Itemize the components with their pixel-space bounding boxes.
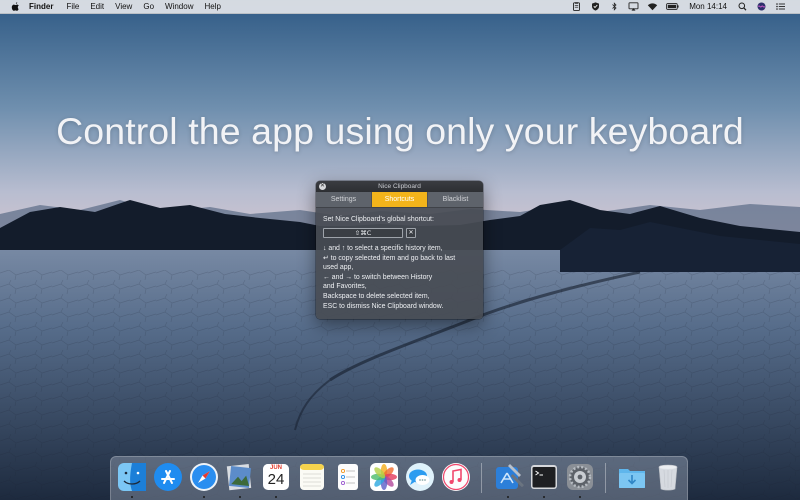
dock-xcode[interactable] <box>492 461 524 498</box>
calendar-day: 24 <box>267 471 285 488</box>
spotlight-icon[interactable] <box>737 2 748 11</box>
itunes-icon <box>442 463 470 491</box>
dock-separator <box>481 463 482 493</box>
dock-preview[interactable] <box>224 461 256 498</box>
close-button[interactable]: ✕ <box>319 183 326 190</box>
clear-shortcut-button[interactable]: ✕ <box>406 228 416 238</box>
running-indicator <box>579 496 581 498</box>
shortcuts-panel: Set Nice Clipboard's global shortcut: ⇧⌘… <box>316 208 483 311</box>
downloads-folder-icon <box>619 469 645 488</box>
menu-window[interactable]: Window <box>165 0 193 13</box>
wifi-icon[interactable] <box>647 2 658 11</box>
help-line: Backspace to delete selected item, <box>323 292 430 300</box>
shield-icon[interactable] <box>590 2 601 11</box>
dock: JUN 24 <box>110 456 688 500</box>
window-titlebar[interactable]: ✕ Nice Clipboard <box>316 181 483 192</box>
menu-bar: Finder File Edit View Go Window Help Mon… <box>0 0 800 14</box>
dock-messages[interactable] <box>404 461 436 493</box>
dock-safari[interactable] <box>188 461 220 498</box>
help-line: used app, <box>323 264 354 272</box>
dock-notes[interactable] <box>296 461 328 493</box>
running-indicator <box>543 496 545 498</box>
help-line: ↵ to copy selected item and go back to l… <box>323 254 456 262</box>
clipboard-icon[interactable] <box>571 2 582 11</box>
app-store-icon <box>154 463 182 491</box>
finder-icon <box>118 463 146 491</box>
bluetooth-icon[interactable] <box>609 2 620 11</box>
shortcut-recorder: ⇧⌘C ✕ <box>323 228 476 238</box>
apple-menu-icon[interactable] <box>11 1 20 12</box>
running-indicator <box>203 496 205 498</box>
reminders-icon <box>338 464 358 490</box>
menu-file[interactable]: File <box>66 0 79 13</box>
promo-headline: Control the app using only your keyboard <box>56 110 744 152</box>
dock-calendar[interactable]: JUN 24 <box>260 461 292 498</box>
global-shortcut-label: Set Nice Clipboard's global shortcut: <box>323 216 434 223</box>
window-title: Nice Clipboard <box>378 183 421 190</box>
dock-trash[interactable] <box>652 461 684 493</box>
dock-separator <box>605 463 606 493</box>
close-icon: ✕ <box>319 183 326 189</box>
dock-finder[interactable] <box>116 461 148 498</box>
menu-bar-clock[interactable]: Mon 14:14 <box>689 0 727 13</box>
system-preferences-icon <box>567 464 593 490</box>
siri-icon[interactable] <box>756 2 767 11</box>
dock-downloads[interactable] <box>616 461 648 493</box>
battery-icon[interactable] <box>666 2 679 11</box>
dock-reminders[interactable] <box>332 461 364 493</box>
notification-center-icon[interactable] <box>775 2 786 11</box>
tab-shortcuts[interactable]: Shortcuts <box>372 192 428 207</box>
running-indicator <box>275 496 277 498</box>
dock-app-store[interactable] <box>152 461 184 493</box>
menu-app-finder[interactable]: Finder <box>29 0 53 13</box>
photos-icon <box>370 463 398 491</box>
dock-terminal[interactable] <box>528 461 560 498</box>
terminal-icon <box>531 465 557 489</box>
dock-itunes[interactable] <box>440 461 472 493</box>
notes-icon <box>300 464 324 490</box>
running-indicator <box>131 496 133 498</box>
tab-settings[interactable]: Settings <box>316 192 372 207</box>
help-line: ← and → to switch between History <box>323 273 433 281</box>
menu-bar-status-area: Mon 14:14 <box>563 0 786 13</box>
clear-icon: ✕ <box>408 230 414 236</box>
dock-system-preferences[interactable] <box>564 461 596 498</box>
preview-icon <box>226 464 252 491</box>
menu-edit[interactable]: Edit <box>90 0 104 13</box>
dock-photos[interactable] <box>368 461 400 493</box>
calendar-icon: JUN 24 <box>263 464 289 490</box>
shortcut-field[interactable]: ⇧⌘C <box>323 228 403 238</box>
tab-blacklist[interactable]: Blacklist <box>428 192 483 207</box>
airplay-icon[interactable] <box>628 2 639 11</box>
messages-icon <box>406 463 434 491</box>
tab-bar: Settings Shortcuts Blacklist <box>316 192 483 208</box>
help-line: and Favorites, <box>323 283 367 291</box>
help-line: ↓ and ↑ to select a specific history ite… <box>323 245 443 252</box>
safari-icon <box>190 463 218 491</box>
keyboard-help-text: ↓ and ↑ to select a specific history ite… <box>323 244 476 311</box>
running-indicator <box>507 496 509 498</box>
menu-go[interactable]: Go <box>143 0 154 13</box>
running-indicator <box>239 496 241 498</box>
trash-icon <box>658 464 678 491</box>
menu-view[interactable]: View <box>115 0 132 13</box>
help-line: ESC to dismiss Nice Clipboard window. <box>323 302 444 310</box>
xcode-icon <box>496 464 524 489</box>
nice-clipboard-window: ✕ Nice Clipboard Settings Shortcuts Blac… <box>316 181 483 319</box>
menu-help[interactable]: Help <box>204 0 220 13</box>
